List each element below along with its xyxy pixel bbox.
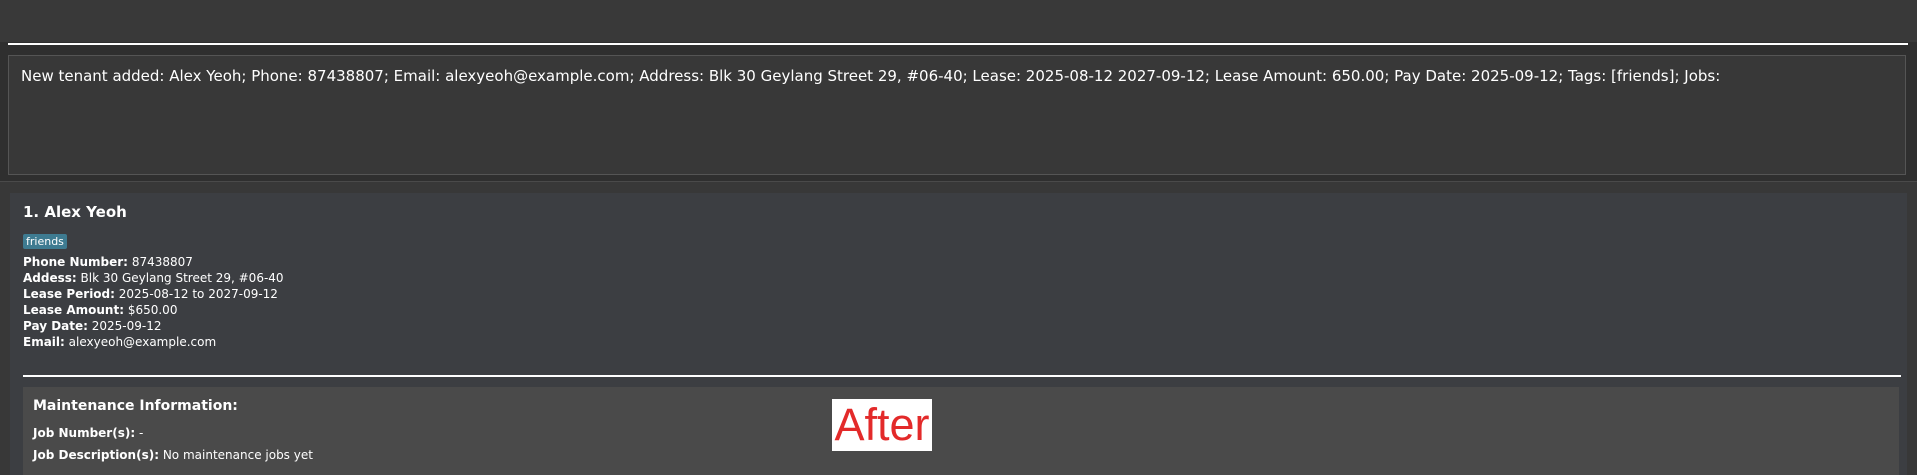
lease-amount-value: $650.00: [127, 303, 178, 317]
maintenance-panel: Maintenance Information: Job Number(s): …: [23, 387, 1899, 475]
email-label: Email:: [23, 335, 65, 349]
email-value: alexyeoh@example.com: [68, 335, 217, 349]
lease-period-label: Lease Period:: [23, 287, 115, 301]
phone-field: Phone Number: 87438807: [23, 255, 193, 269]
phone-label: Phone Number:: [23, 255, 128, 269]
job-description-label: Job Description(s):: [33, 448, 159, 462]
lease-period-value: 2025-08-12 to 2027-09-12: [118, 287, 278, 301]
card-divider: [23, 375, 1901, 377]
lease-period-field: Lease Period: 2025-08-12 to 2027-09-12: [23, 287, 278, 301]
phone-value: 87438807: [131, 255, 193, 269]
app-window: New tenant added: Alex Yeoh; Phone: 8743…: [0, 0, 1917, 475]
address-field: Addess: Blk 30 Geylang Street 29, #06-40: [23, 271, 284, 285]
job-description-field: Job Description(s): No maintenance jobs …: [33, 448, 313, 462]
lease-amount-label: Lease Amount:: [23, 303, 124, 317]
job-number-value: -: [138, 426, 144, 440]
after-overlay-label: After: [832, 399, 932, 451]
tenant-card[interactable]: 1. Alex Yeoh friends Phone Number: 87438…: [10, 193, 1907, 475]
pay-date-field: Pay Date: 2025-09-12: [23, 319, 162, 333]
address-label: Addess:: [23, 271, 77, 285]
tenant-list-panel[interactable]: 1. Alex Yeoh friends Phone Number: 87438…: [0, 181, 1917, 475]
pay-date-label: Pay Date:: [23, 319, 88, 333]
result-message: New tenant added: Alex Yeoh; Phone: 8743…: [21, 67, 1721, 85]
job-number-field: Job Number(s): -: [33, 426, 143, 440]
command-input-underline: [8, 43, 1908, 45]
address-value: Blk 30 Geylang Street 29, #06-40: [80, 271, 284, 285]
command-input-box[interactable]: [0, 0, 1917, 42]
email-field: Email: alexyeoh@example.com: [23, 335, 216, 349]
job-number-label: Job Number(s):: [33, 426, 136, 440]
maintenance-title: Maintenance Information:: [33, 398, 238, 414]
result-display: New tenant added: Alex Yeoh; Phone: 8743…: [8, 55, 1906, 175]
lease-amount-field: Lease Amount: $650.00: [23, 303, 177, 317]
job-description-value: No maintenance jobs yet: [162, 448, 313, 462]
tenant-name: 1. Alex Yeoh: [23, 203, 127, 221]
tag-badge: friends: [23, 234, 67, 249]
pay-date-value: 2025-09-12: [91, 319, 162, 333]
